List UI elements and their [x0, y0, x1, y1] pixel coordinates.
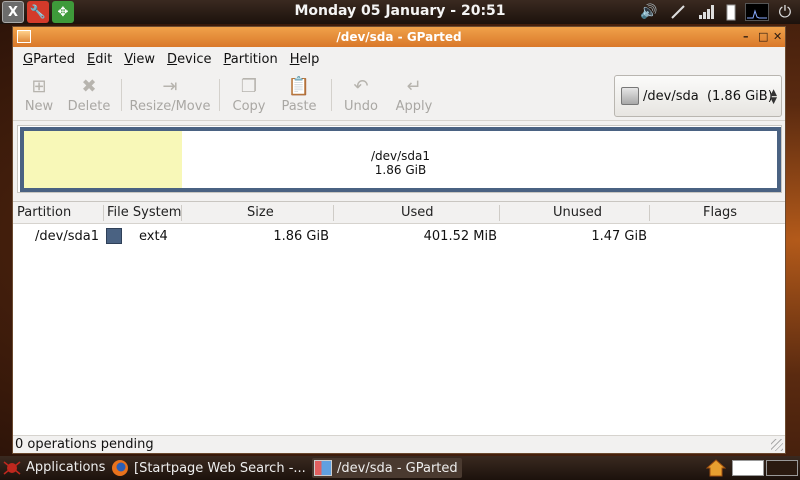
partition-label: /dev/sda1 1.86 GiB [24, 149, 777, 177]
status-text: 0 operations pending [15, 437, 154, 452]
menubar: GParted Edit View Device Partition Help [13, 47, 785, 71]
filesystem-color-swatch [106, 228, 122, 244]
new-button[interactable]: ⊞ New [23, 73, 55, 119]
delete-label: Delete [67, 99, 111, 114]
house-icon[interactable] [705, 459, 727, 477]
paste-button[interactable]: 📋 Paste [279, 73, 319, 119]
partition-block-sda1[interactable]: /dev/sda1 1.86 GiB [20, 127, 781, 192]
menu-view[interactable]: View [118, 52, 161, 67]
table-header: Partition File System Size Used Unused F… [13, 202, 785, 224]
titlebar[interactable]: /dev/sda - GParted – □ ✕ [13, 27, 785, 47]
header-unused[interactable]: Unused [553, 205, 602, 220]
header-partition[interactable]: Partition [17, 205, 71, 220]
menu-gparted[interactable]: GParted [17, 52, 81, 67]
device-label: /dev/sda (1.86 GiB) [643, 88, 773, 104]
maximize-button[interactable]: □ [758, 30, 768, 43]
firefox-icon [112, 460, 128, 476]
apply-button[interactable]: ↵ Apply [391, 73, 437, 119]
device-selector[interactable]: /dev/sda (1.86 GiB) ▲ ▼ [614, 75, 782, 117]
cell-partition: /dev/sda1 [35, 229, 99, 244]
disk-map: /dev/sda1 1.86 GiB [17, 125, 782, 193]
workspace-2[interactable] [766, 460, 798, 476]
cell-filesystem: ext4 [139, 229, 168, 244]
apply-label: Apply [395, 99, 433, 114]
apply-icon: ↵ [406, 75, 422, 97]
table-row[interactable]: /dev/sda1 ext4 1.86 GiB 401.52 MiB 1.47 … [13, 226, 785, 246]
cell-size: 1.86 GiB [273, 229, 329, 244]
copy-label: Copy [232, 99, 266, 114]
column-separator [333, 205, 334, 221]
gparted-icon [314, 460, 332, 476]
task-label: [Startpage Web Search -... [134, 460, 306, 476]
workspace-1[interactable] [732, 460, 764, 476]
monitor-icon[interactable] [745, 3, 769, 21]
network-icon[interactable] [668, 3, 688, 21]
signal-icon[interactable] [696, 3, 716, 21]
copy-icon: ❐ [240, 75, 258, 97]
new-partition-icon: ⊞ [31, 75, 47, 97]
harddisk-icon [621, 87, 639, 105]
combo-arrows-icon: ▲ ▼ [770, 88, 777, 106]
close-button[interactable]: ✕ [773, 30, 782, 43]
wrench-icon[interactable]: 🔧 [27, 1, 49, 23]
header-filesystem[interactable]: File System [107, 205, 181, 220]
top-panel: X 🔧 ✥ Monday 05 January - 20:51 🔊 ⏻ [0, 0, 800, 24]
header-size[interactable]: Size [247, 205, 274, 220]
spider-menu-icon[interactable] [3, 459, 21, 477]
x-icon[interactable]: X [2, 1, 24, 23]
header-used[interactable]: Used [401, 205, 434, 220]
power-icon[interactable]: ⏻ [774, 2, 796, 21]
toolbar-separator [331, 79, 332, 111]
cell-used: 401.52 MiB [423, 229, 497, 244]
paste-icon: 📋 [287, 75, 311, 97]
toolbar-separator [219, 79, 220, 111]
toolbar-separator [121, 79, 122, 111]
undo-label: Undo [344, 99, 378, 114]
task-label: /dev/sda - GParted [337, 460, 458, 476]
undo-icon: ↶ [353, 75, 369, 97]
column-separator [499, 205, 500, 221]
column-separator [649, 205, 650, 221]
bottom-panel: Applications [Startpage Web Search -... … [0, 456, 800, 480]
partition-table: Partition File System Size Used Unused F… [13, 201, 785, 435]
applications-menu[interactable]: Applications [26, 460, 105, 475]
column-separator [103, 205, 104, 221]
resize-move-button[interactable]: ⇥ Resize/Move [129, 73, 211, 119]
menu-partition[interactable]: Partition [218, 52, 284, 67]
partition-name: /dev/sda1 [370, 149, 431, 163]
column-separator [181, 205, 182, 221]
gparted-window: /dev/sda - GParted – □ ✕ GParted Edit Vi… [12, 26, 786, 454]
copy-button[interactable]: ❐ Copy [229, 73, 269, 119]
cell-unused: 1.47 GiB [591, 229, 647, 244]
partition-size: 1.86 GiB [374, 163, 427, 177]
window-title: /dev/sda - GParted [336, 30, 462, 44]
menu-edit[interactable]: Edit [81, 52, 118, 67]
resize-move-label: Resize/Move [129, 99, 211, 114]
battery-icon[interactable] [724, 3, 738, 21]
toolbar: ⊞ New ✖ Delete ⇥ Resize/Move ❐ Copy 📋 Pa… [13, 71, 785, 121]
new-label: New [24, 99, 54, 114]
volume-icon[interactable]: 🔊 [638, 3, 660, 21]
compass-icon[interactable]: ✥ [52, 1, 74, 23]
minimize-button[interactable]: – [743, 30, 749, 43]
taskbar-item-gparted[interactable]: /dev/sda - GParted [312, 458, 462, 478]
menu-help[interactable]: Help [284, 52, 326, 67]
resize-grip-icon[interactable] [771, 439, 783, 451]
undo-button[interactable]: ↶ Undo [341, 73, 381, 119]
resize-icon: ⇥ [162, 75, 178, 97]
header-flags[interactable]: Flags [703, 205, 737, 220]
taskbar-item-firefox[interactable]: [Startpage Web Search -... [110, 458, 308, 478]
statusbar: 0 operations pending [13, 435, 785, 453]
menu-device[interactable]: Device [161, 52, 217, 67]
delete-icon: ✖ [81, 75, 97, 97]
delete-button[interactable]: ✖ Delete [67, 73, 111, 119]
paste-label: Paste [281, 99, 317, 114]
